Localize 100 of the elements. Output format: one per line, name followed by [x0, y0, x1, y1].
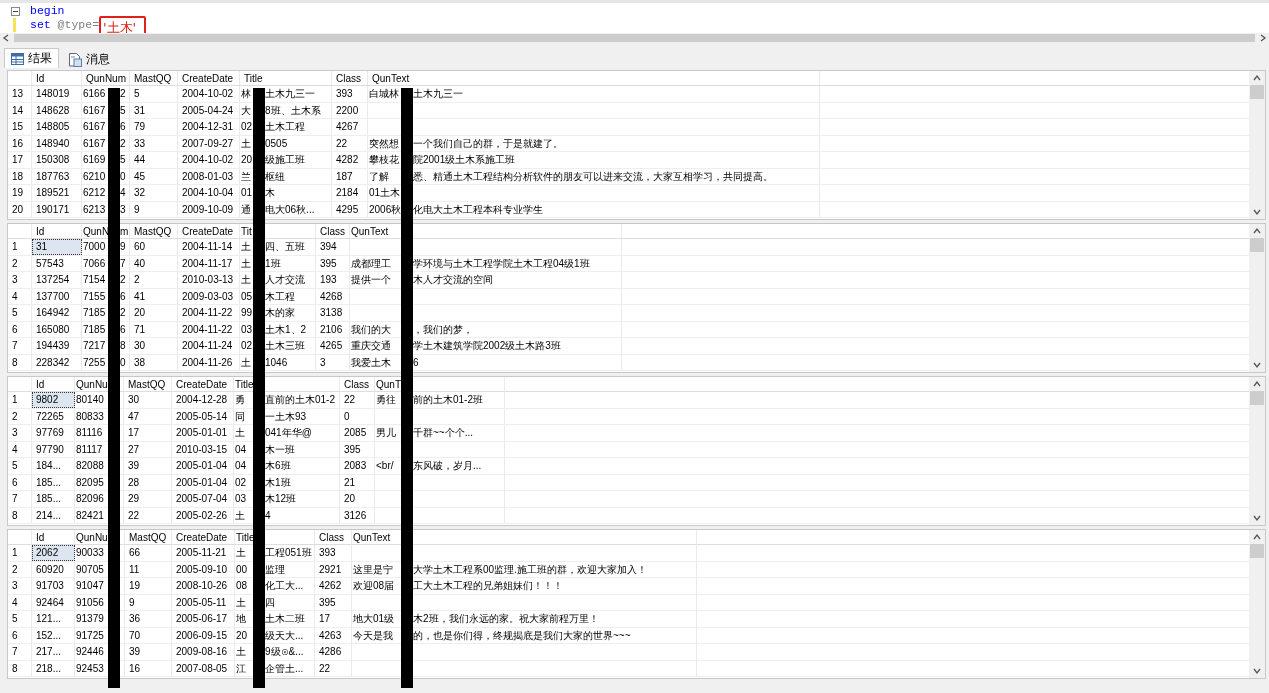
column-header[interactable]: Class — [316, 224, 350, 238]
cell-text: 92446 — [75, 645, 105, 659]
cell-text: 土木九三一 — [265, 87, 316, 101]
row-number: 6 — [8, 321, 32, 337]
scroll-thumb[interactable] — [1250, 238, 1264, 252]
scroll-thumb[interactable] — [1250, 85, 1264, 99]
column-header[interactable]: CreateDate — [172, 530, 235, 544]
column-header[interactable]: Id — [32, 224, 82, 238]
cell-text: 91725 — [75, 628, 105, 643]
cell-text: 级天大... — [265, 628, 305, 643]
column-header[interactable]: Class — [315, 530, 352, 544]
cell-text: 02 — [240, 120, 253, 134]
column-header[interactable]: Class — [340, 377, 375, 391]
table-cell: 19 — [125, 578, 172, 594]
table-cell: 148019 — [32, 86, 82, 102]
column-header[interactable]: MastQQ — [124, 377, 172, 391]
table-cell: 2004-10-04 — [178, 185, 240, 201]
cell-text: 木 — [265, 186, 276, 200]
table-cell: 218... — [32, 660, 75, 676]
chevron-icon[interactable] — [1253, 514, 1261, 522]
column-header[interactable]: MastQQ — [125, 530, 172, 544]
cell-text: 6169 — [82, 153, 107, 167]
scroll-thumb[interactable] — [14, 34, 1255, 42]
chevron-icon[interactable] — [1253, 208, 1261, 216]
cell-text: 江 — [235, 661, 247, 676]
cell-text: 木6班 — [265, 459, 292, 473]
chevron-icon[interactable] — [1253, 74, 1261, 82]
chevron-icon[interactable] — [2, 34, 10, 42]
row-number: 3 — [8, 272, 32, 288]
chevron-icon[interactable] — [1259, 34, 1267, 42]
result-tab[interactable]: 结果 — [4, 48, 59, 68]
horizontal-scrollbar[interactable] — [0, 33, 1269, 43]
table-cell: 44 — [130, 152, 178, 168]
chevron-icon[interactable] — [1253, 227, 1261, 235]
cell-text: 提供一个 — [350, 273, 392, 287]
column-header: QunNu — [75, 378, 108, 392]
column-header[interactable]: Id — [32, 377, 75, 391]
vertical-scrollbar[interactable] — [1249, 530, 1265, 678]
cell-text: 2 — [120, 273, 127, 287]
row-number: 3 — [8, 578, 32, 594]
table-cell: 2004-11-17 — [178, 255, 240, 271]
row-number: 6 — [8, 627, 32, 643]
cell-text: 7185 — [82, 322, 107, 337]
chevron-icon[interactable] — [1253, 380, 1261, 388]
column-header[interactable]: Title — [240, 71, 332, 85]
cell-text: 02 — [240, 339, 253, 353]
cell-text: 00 — [235, 562, 249, 577]
cell-text: 6166 — [82, 87, 107, 101]
table-cell: 395 — [316, 255, 350, 271]
cell-text: 土 — [234, 426, 246, 440]
cell-text: 2006秋 — [368, 202, 401, 217]
scroll-thumb[interactable] — [1250, 544, 1264, 558]
vertical-scrollbar[interactable] — [1249, 377, 1265, 525]
scroll-thumb[interactable] — [1250, 391, 1264, 405]
cell-text: 6167 — [82, 103, 107, 118]
column-header[interactable]: MastQQ — [130, 224, 178, 238]
row-number: 14 — [8, 102, 32, 118]
chevron-icon[interactable] — [1253, 533, 1261, 541]
table-cell: 4263 — [315, 627, 352, 643]
vertical-scrollbar[interactable] — [1249, 71, 1265, 219]
chevron-icon[interactable] — [1253, 667, 1261, 675]
cell-text: 08 — [235, 579, 249, 593]
column-header[interactable]: Id — [32, 71, 82, 85]
cell-text: 大学土木工程系00监理.施工班的群，欢迎大家加入！ — [413, 562, 648, 577]
table-cell: 164942 — [32, 305, 82, 321]
column-header[interactable]: CreateDate — [172, 377, 234, 391]
cell-text: 土木1、2 — [265, 322, 308, 337]
cell-text: 土 — [235, 595, 247, 610]
table-cell: 2004-12-28 — [172, 392, 234, 408]
table-cell: 17 — [124, 425, 172, 441]
table-cell: 2009-03-03 — [178, 288, 240, 304]
table-cell: 57543 — [32, 255, 82, 271]
column-header[interactable]: CreateDate — [178, 224, 240, 238]
column-header[interactable]: MastQQ — [130, 71, 178, 85]
table-cell: 150308 — [32, 152, 82, 168]
cell-text: 6 — [120, 289, 127, 304]
row-number: 20 — [8, 201, 32, 217]
cell-text: 土木三班 — [265, 339, 306, 353]
cell-text: 7185 — [82, 306, 107, 320]
cell-text: 电大06秋... — [265, 202, 316, 217]
chevron-icon[interactable] — [1253, 361, 1261, 369]
collapse-icon[interactable] — [10, 6, 20, 16]
table-cell: 29 — [124, 491, 172, 507]
cell-text: 5 — [120, 153, 127, 167]
vertical-scrollbar[interactable] — [1249, 224, 1265, 372]
column-header[interactable]: Id — [32, 530, 75, 544]
table-cell: 9 — [125, 594, 172, 610]
column-header[interactable]: Class — [332, 71, 368, 85]
table-cell: 2085 — [340, 425, 375, 441]
cell-text: 9级⊙&... — [265, 645, 305, 659]
column-header[interactable]: QunNum — [82, 71, 130, 85]
row-number: 17 — [8, 152, 32, 168]
column-header[interactable]: CreateDate — [178, 71, 240, 85]
cell-text: 千群~~个个... — [413, 426, 474, 440]
column-header[interactable]: QunText — [368, 71, 820, 85]
cell-text: 四 — [265, 595, 276, 610]
cell-text: 81116 — [75, 426, 104, 440]
cell-text: 80140 — [75, 393, 105, 407]
table-cell: 22 — [340, 392, 375, 408]
table-cell: 31 — [32, 239, 82, 255]
